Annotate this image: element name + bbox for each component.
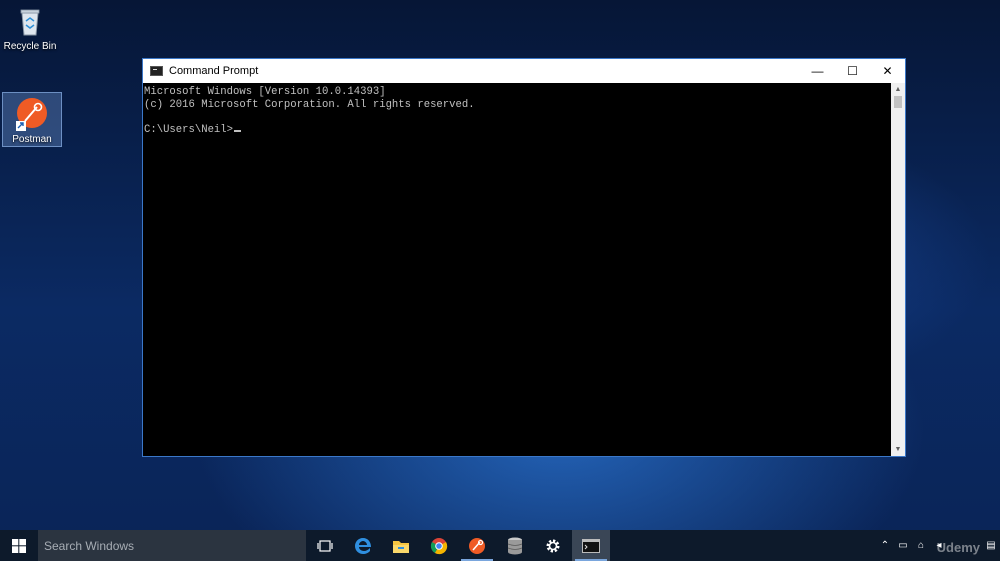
- network-icon[interactable]: ⌂: [912, 540, 930, 551]
- udemy-watermark: Udemy: [936, 540, 980, 555]
- window-title: Command Prompt: [169, 65, 259, 77]
- desktop-icon-label: Postman: [12, 134, 52, 145]
- command-prompt-taskbar-icon: [582, 538, 600, 553]
- command-prompt-window[interactable]: Command Prompt — ☐ ✕ Microsoft Windows […: [142, 58, 906, 457]
- console-line: (c) 2016 Microsoft Corporation. All righ…: [144, 98, 475, 111]
- chrome-icon: [430, 537, 448, 554]
- battery-icon[interactable]: ▭: [894, 540, 912, 551]
- taskbar: Search Windows ⌃ ▭ ⌂ ◂ ▤ Udemy: [0, 530, 1000, 561]
- settings-gear-icon: [546, 539, 560, 552]
- close-icon: ✕: [882, 64, 893, 78]
- console-prompt-line: C:\Users\Neil>: [144, 124, 891, 137]
- console-prompt: C:\Users\Neil>: [144, 123, 234, 136]
- edge-icon: [355, 537, 371, 554]
- database-icon: [507, 537, 523, 554]
- postman-taskbar-icon: [469, 537, 485, 554]
- maximize-icon: ☐: [847, 64, 858, 78]
- close-button[interactable]: ✕: [870, 59, 905, 83]
- task-view-icon: [317, 539, 333, 552]
- task-view-button[interactable]: [306, 530, 344, 561]
- notifications-icon[interactable]: ▤: [982, 540, 1000, 551]
- command-prompt-taskbar-button[interactable]: [572, 530, 610, 561]
- vertical-scrollbar[interactable]: ▲ ▼: [891, 83, 905, 456]
- scroll-down-icon[interactable]: ▼: [891, 443, 905, 456]
- taskbar-search-box[interactable]: Search Windows: [38, 530, 306, 561]
- file-explorer-button[interactable]: [382, 530, 420, 561]
- recycle-bin-icon: [13, 4, 47, 38]
- chevron-up-icon[interactable]: ⌃: [876, 540, 894, 551]
- maximize-button[interactable]: ☐: [835, 59, 870, 83]
- chrome-button[interactable]: [420, 530, 458, 561]
- postman-taskbar-button[interactable]: [458, 530, 496, 561]
- settings-button[interactable]: [534, 530, 572, 561]
- minimize-button[interactable]: —: [800, 59, 835, 83]
- windows-logo-icon: [12, 538, 26, 553]
- edge-button[interactable]: [344, 530, 382, 561]
- text-cursor: [234, 129, 242, 132]
- scrollbar-thumb[interactable]: [894, 96, 902, 108]
- minimize-icon: —: [811, 64, 824, 78]
- scroll-up-icon[interactable]: ▲: [891, 83, 905, 96]
- desktop-icon-postman[interactable]: Postman: [2, 92, 62, 147]
- console-line: Microsoft Windows [Version 10.0.14393]: [144, 86, 386, 98]
- console-output[interactable]: Microsoft Windows [Version 10.0.14393] (c…: [143, 83, 891, 456]
- database-button[interactable]: [496, 530, 534, 561]
- command-prompt-icon: [150, 66, 163, 76]
- start-button[interactable]: [0, 530, 38, 561]
- window-titlebar[interactable]: Command Prompt — ☐ ✕: [143, 59, 905, 83]
- file-explorer-icon: [393, 540, 409, 553]
- desktop-icon-label: Recycle Bin: [3, 41, 57, 52]
- search-placeholder: Search Windows: [44, 538, 135, 553]
- postman-icon: [15, 97, 49, 131]
- desktop-icon-recycle-bin[interactable]: Recycle Bin: [1, 4, 59, 52]
